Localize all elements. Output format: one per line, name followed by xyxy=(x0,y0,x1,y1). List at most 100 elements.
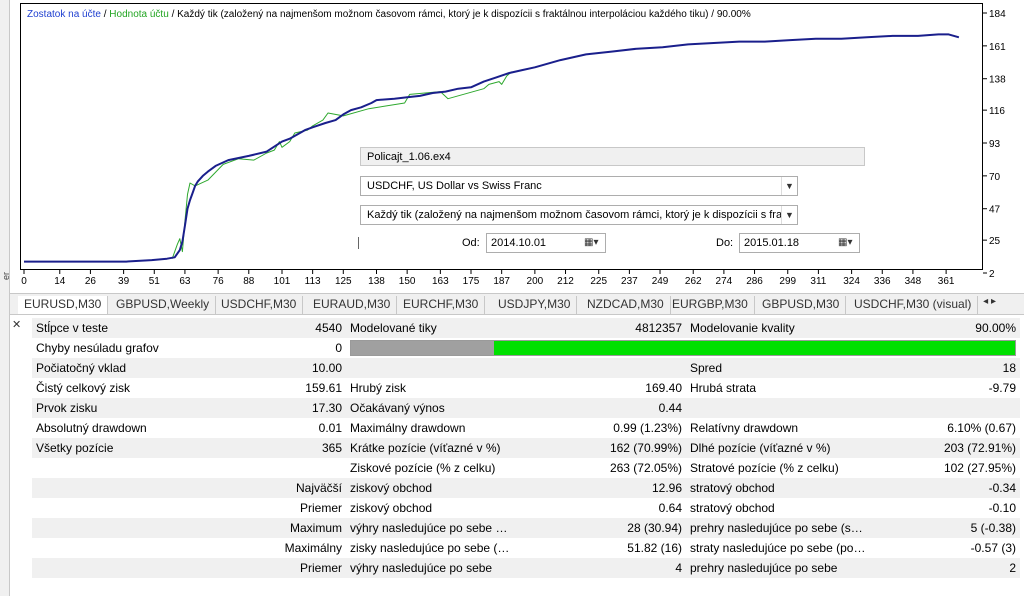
report-label: stratový obchod xyxy=(686,478,870,498)
tab-0[interactable]: EURUSD,M30 xyxy=(18,296,109,314)
tab-5[interactable]: USDJPY,M30 xyxy=(492,296,578,314)
report-table: Stĺpce v teste 4540 Modelované tiky 4812357… xyxy=(32,318,1020,578)
to-date-field[interactable]: 2015.01.18 ▦▾ xyxy=(739,233,860,253)
expert-field[interactable]: Policajt_1.06.ex4 xyxy=(360,147,865,166)
legend-model: Každý tik (založený na najmenšom možnom … xyxy=(177,9,709,20)
model-select[interactable]: Každý tik (založený na najmenšom možnom … xyxy=(360,205,798,225)
report-row: Absolutný drawdown 0.01 Maximálny drawdown… xyxy=(32,418,1020,438)
y-tick-label: 70 xyxy=(989,172,1001,183)
report-value: 102 (27.95%) xyxy=(870,458,1020,478)
report-value xyxy=(514,358,686,378)
report-row: Ziskové pozície (% z celku) 263 (72.05%) S… xyxy=(32,458,1020,478)
report-label xyxy=(32,558,202,578)
quality-bar-cell xyxy=(346,338,1020,358)
from-date-field[interactable]: 2014.10.01 ▦▾ xyxy=(486,233,606,253)
tab-2[interactable]: USDCHF,M30 xyxy=(215,296,304,314)
report-label: prehry nasledujúce po sebe xyxy=(686,558,870,578)
calendar-icon[interactable]: ▦▾ xyxy=(584,237,602,249)
report-label: Ziskové pozície (% z celku) xyxy=(346,458,514,478)
report-label xyxy=(32,538,202,558)
x-tick-label: 336 xyxy=(874,276,891,287)
report-value: 162 (70.99%) xyxy=(514,438,686,458)
tab-7[interactable]: EURGBP,M30 xyxy=(666,296,755,314)
report-label: Dlhé pozície (víťazné v %) xyxy=(686,438,870,458)
from-date-value: 2014.10.01 xyxy=(491,237,547,249)
tab-8[interactable]: GBPUSD,M30 xyxy=(756,296,847,314)
x-tick-label: 76 xyxy=(213,276,225,287)
report-value: 28 (30.94) xyxy=(514,518,686,538)
close-icon[interactable]: ✕ xyxy=(12,318,21,331)
report-label: Očakávaný výnos xyxy=(346,398,514,418)
report-label xyxy=(346,358,514,378)
model-value: Každý tik (založený na najmenšom možnom … xyxy=(367,209,798,221)
x-tick-label: 200 xyxy=(527,276,544,287)
report-label xyxy=(32,458,202,478)
report-value: 0.01 xyxy=(202,418,346,438)
x-tick-label: 101 xyxy=(274,276,291,287)
report-value: 10.00 xyxy=(202,358,346,378)
tab-3[interactable]: EURAUD,M30 xyxy=(307,296,398,314)
report-row: Stĺpce v teste 4540 Modelované tiky 4812357… xyxy=(32,318,1020,338)
use-date-checkbox[interactable] xyxy=(358,237,360,249)
x-tick-label: 138 xyxy=(368,276,385,287)
x-tick-label: 311 xyxy=(810,276,826,287)
x-tick-label: 249 xyxy=(652,276,669,287)
x-tick-label: 324 xyxy=(843,276,860,287)
tab-scroll-arrows[interactable]: ◂ ▸ xyxy=(983,296,996,307)
report-row: Všetky pozície 365 Krátke pozície (víťazné… xyxy=(32,438,1020,458)
legend-quality: 90.00% xyxy=(716,9,751,20)
x-tick-label: 175 xyxy=(463,276,480,287)
chevron-down-icon[interactable]: ▼ xyxy=(781,206,797,224)
report-value: 17.30 xyxy=(202,398,346,418)
report-label: Stratové pozície (% z celku) xyxy=(686,458,870,478)
chevron-down-icon[interactable]: ▼ xyxy=(781,177,797,195)
x-tick-label: 212 xyxy=(557,276,574,287)
y-tick-label: 93 xyxy=(989,139,1001,150)
tab-6[interactable]: NZDCAD,M30 xyxy=(581,296,671,314)
report-value: -0.57 (3) xyxy=(870,538,1020,558)
x-tick-label: 125 xyxy=(335,276,352,287)
legend-balance: Zostatok na účte xyxy=(27,9,101,20)
x-tick-label: 39 xyxy=(118,276,130,287)
y-tick-label: 2 xyxy=(989,269,995,280)
report-row: Prvok zisku 17.30 Očakávaný výnos 0.44 xyxy=(32,398,1020,418)
tab-4[interactable]: EURCHF,M30 xyxy=(397,296,486,314)
symbol-tabs: EURUSD,M30 GBPUSD,Weekly USDCHF,M30 EURAUD,… xyxy=(10,293,1024,315)
y-tick-label: 25 xyxy=(989,236,1001,247)
legend-equity: Hodnota účtu xyxy=(109,9,169,20)
report-value: 0 xyxy=(202,338,346,358)
x-tick-label: 237 xyxy=(621,276,638,287)
x-tick-label: 299 xyxy=(779,276,796,287)
tester-settings: Policajt_1.06.ex4 USDCHF, US Dollar vs S… xyxy=(358,147,868,257)
x-tick-label: 14 xyxy=(54,276,66,287)
report-value: 365 xyxy=(202,438,346,458)
to-date-value: 2015.01.18 xyxy=(744,237,800,249)
report-label: Priemer xyxy=(202,498,346,518)
tab-9[interactable]: USDCHF,M30 (visual) xyxy=(848,296,979,314)
y-tick-label: 47 xyxy=(989,205,1001,216)
report-value: 159.61 xyxy=(202,378,346,398)
calendar-icon[interactable]: ▦▾ xyxy=(838,237,856,249)
x-tick-label: 150 xyxy=(399,276,416,287)
report-row: Maximálnyzisky nasledujúce po sebe (poče… xyxy=(32,538,1020,558)
x-tick-label: 274 xyxy=(716,276,733,287)
report-value: 5 (-0.38) xyxy=(870,518,1020,538)
quality-bar-unmodeled xyxy=(351,341,494,355)
report-value: 169.40 xyxy=(514,378,686,398)
report-label: Maximálny xyxy=(202,538,346,558)
report-label: Maximum xyxy=(202,518,346,538)
report-label xyxy=(32,518,202,538)
report-panel: ✕ Stĺpce v teste 4540 Modelované tiky 48123… xyxy=(10,316,1024,596)
report-label: Najväčší xyxy=(202,478,346,498)
x-tick-label: 51 xyxy=(149,276,161,287)
report-value: 263 (72.05%) xyxy=(514,458,686,478)
x-tick-label: 88 xyxy=(243,276,255,287)
report-value: 12.96 xyxy=(514,478,686,498)
report-label xyxy=(686,398,870,418)
x-tick-label: 262 xyxy=(685,276,702,287)
tab-1[interactable]: GBPUSD,Weekly xyxy=(110,296,217,314)
report-label: Chyby nesúladu grafov xyxy=(32,338,202,358)
expert-name: Policajt_1.06.ex4 xyxy=(367,151,451,163)
symbol-select[interactable]: USDCHF, US Dollar vs Swiss Franc ▼ xyxy=(360,176,798,196)
report-label: Relatívny drawdown xyxy=(686,418,870,438)
